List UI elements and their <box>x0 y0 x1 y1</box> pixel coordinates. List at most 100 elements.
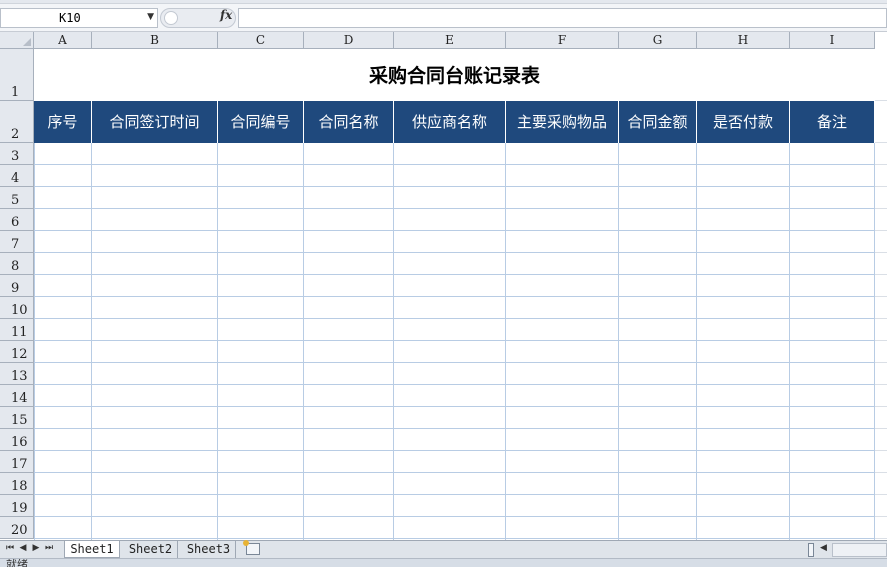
column-header-c[interactable]: C <box>218 32 304 49</box>
row-number: 9 <box>11 281 20 296</box>
tab-sheet1[interactable]: Sheet1 <box>64 541 120 558</box>
row-header-5[interactable]: 5 <box>0 187 34 209</box>
header-cell[interactable]: 供应商名称 <box>394 101 506 143</box>
row-number: 4 <box>11 171 20 186</box>
grid-row-line <box>34 450 875 451</box>
grid-overflow <box>875 49 887 540</box>
row-header-16[interactable]: 16 <box>0 429 34 451</box>
name-box[interactable]: K10 ▼ <box>0 8 158 28</box>
header-cell[interactable]: 合同编号 <box>218 101 304 143</box>
row-header-1[interactable]: 1 <box>0 49 34 101</box>
row-header-8[interactable]: 8 <box>0 253 34 275</box>
grid-column-line <box>618 143 619 540</box>
row-number: 14 <box>11 391 28 406</box>
header-cell[interactable]: 合同签订时间 <box>92 101 218 143</box>
table-header-row: 序号 合同签订时间 合同编号 合同名称 供应商名称 主要采购物品 合同金额 是否付款 备注 <box>34 101 875 143</box>
header-cell[interactable]: 备注 <box>790 101 875 143</box>
grid-row-line <box>34 164 875 165</box>
grid-row-line <box>34 208 875 209</box>
first-sheet-icon[interactable]: ⏮ <box>4 543 16 553</box>
row-header-2[interactable]: 2 <box>0 101 34 143</box>
row-number: 2 <box>11 127 20 142</box>
grid-row-line <box>34 406 875 407</box>
row-number: 19 <box>11 501 28 516</box>
header-cell[interactable]: 主要采购物品 <box>506 101 619 143</box>
header-cell[interactable]: 是否付款 <box>697 101 790 143</box>
tab-sheet3[interactable]: Sheet3 <box>182 541 236 558</box>
row-number: 12 <box>11 347 28 362</box>
row-header-3[interactable]: 3 <box>0 143 34 165</box>
horizontal-scrollbar[interactable]: ◀ <box>808 543 887 557</box>
formula-expand-knob[interactable] <box>164 11 178 25</box>
row-number: 7 <box>11 237 20 252</box>
row-header-20[interactable]: 20 <box>0 517 34 539</box>
prev-sheet-icon[interactable]: ◀ <box>17 543 29 553</box>
row-header-14[interactable]: 14 <box>0 385 34 407</box>
grid-row-line <box>34 472 875 473</box>
row-header-4[interactable]: 4 <box>0 165 34 187</box>
grid-column-line <box>789 143 790 540</box>
formula-input[interactable] <box>238 8 887 28</box>
header-cell[interactable]: 合同金额 <box>619 101 697 143</box>
grid-row-line <box>34 384 875 385</box>
column-header-b[interactable]: B <box>92 32 218 49</box>
column-header-a[interactable]: A <box>34 32 92 49</box>
table-body[interactable] <box>34 143 875 540</box>
header-cell[interactable]: 序号 <box>34 101 92 143</box>
column-header-i[interactable]: I <box>790 32 875 49</box>
grid-row-line <box>875 318 887 319</box>
grid-row-line <box>34 318 875 319</box>
row-header-9[interactable]: 9 <box>0 275 34 297</box>
function-icon[interactable]: fx <box>220 8 232 22</box>
tab-sheet2[interactable]: Sheet2 <box>124 541 178 558</box>
chevron-down-icon[interactable]: ▼ <box>147 12 154 22</box>
grid-row-line <box>875 100 887 101</box>
column-header-e[interactable]: E <box>394 32 506 49</box>
row-header-15[interactable]: 15 <box>0 407 34 429</box>
row-header-11[interactable]: 11 <box>0 319 34 341</box>
grid-row-line <box>34 494 875 495</box>
scroll-left-icon[interactable]: ◀ <box>820 543 827 553</box>
grid-row-line <box>34 340 875 341</box>
grid-column-line <box>303 143 304 540</box>
row-header-17[interactable]: 17 <box>0 451 34 473</box>
row-header-19[interactable]: 19 <box>0 495 34 517</box>
grid-row-line <box>34 186 875 187</box>
formula-bar: K10 ▼ fx <box>0 0 887 32</box>
grid-row-line <box>875 340 887 341</box>
row-header-7[interactable]: 7 <box>0 231 34 253</box>
row-header-6[interactable]: 6 <box>0 209 34 231</box>
grid-row-line <box>875 252 887 253</box>
insert-sheet-icon[interactable] <box>243 540 260 555</box>
next-sheet-icon[interactable]: ▶ <box>30 543 42 553</box>
row-number: 3 <box>11 149 20 164</box>
row-header-18[interactable]: 18 <box>0 473 34 495</box>
row-number: 17 <box>11 457 28 472</box>
select-all-corner[interactable] <box>0 32 34 49</box>
column-header-g[interactable]: G <box>619 32 697 49</box>
row-header-13[interactable]: 13 <box>0 363 34 385</box>
grid-row-line <box>34 230 875 231</box>
grid-row-line <box>34 274 875 275</box>
grid-row-line <box>34 362 875 363</box>
grid-row-line <box>875 428 887 429</box>
tab-split-handle[interactable] <box>808 543 814 557</box>
grid-row-line <box>875 208 887 209</box>
grid-row-line <box>875 538 887 539</box>
grid-column-line <box>505 143 506 540</box>
header-cell[interactable]: 合同名称 <box>304 101 394 143</box>
column-header-f[interactable]: F <box>506 32 619 49</box>
row-number: 18 <box>11 479 28 494</box>
grid-row-line <box>34 428 875 429</box>
column-header-h[interactable]: H <box>697 32 790 49</box>
row-header-12[interactable]: 12 <box>0 341 34 363</box>
spreadsheet-grid[interactable]: ABCDEFGHI 1 2 3 4 5 6 7 8 9 10 11 12 13 14 15 16 17 18 19 2… <box>0 32 887 540</box>
sheet-title[interactable]: 采购合同台账记录表 <box>34 49 875 101</box>
scroll-track[interactable] <box>832 543 887 557</box>
last-sheet-icon[interactable]: ⏭ <box>43 543 55 553</box>
column-header-d[interactable]: D <box>304 32 394 49</box>
row-header-10[interactable]: 10 <box>0 297 34 319</box>
grid-row-line <box>875 142 887 143</box>
corner-triangle-icon <box>23 38 31 46</box>
grid-column-line <box>91 143 92 540</box>
